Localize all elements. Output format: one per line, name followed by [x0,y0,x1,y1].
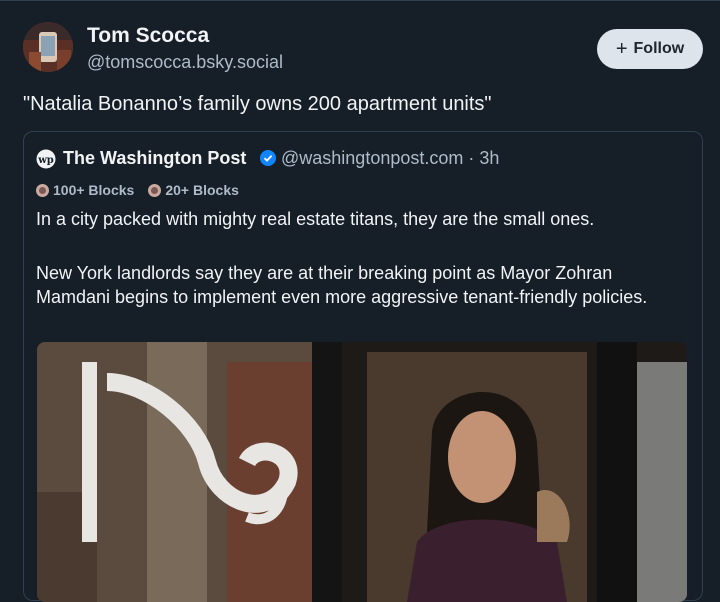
quoted-text-lead: In a city packed with mighty real estate… [36,209,595,229]
follow-button[interactable]: + Follow [597,29,703,69]
author-name[interactable]: Tom Scocca [87,24,209,48]
quoted-text-body: New York landlords say they are at their… [36,263,648,307]
author-avatar[interactable] [23,22,73,72]
article-photo[interactable] [37,342,687,602]
badge-label: 100+ Blocks [53,182,135,198]
block-badge-icon [148,183,162,197]
plus-icon: + [615,38,628,60]
follow-button-label: Follow [633,40,685,57]
badge-100-blocks: 100+ Blocks [36,182,134,198]
quoted-handle-time[interactable]: @washingtonpost.com · 3h [281,148,499,169]
top-divider [0,0,720,1]
verified-check-icon [260,150,276,166]
badge-20-blocks: 20+ Blocks [148,182,239,198]
badge-label: 20+ Blocks [165,182,239,198]
quoted-author-name[interactable]: The Washington Post [63,148,246,169]
post-text: "Natalia Bonanno’s family owns 200 apart… [23,93,492,115]
wp-logo-icon: wp [36,149,56,169]
author-handle[interactable]: @tomscocca.bsky.social [87,52,283,73]
block-badge-icon [36,183,49,197]
svg-text:wp: wp [37,155,54,166]
block-badges: 100+ Blocks 20+ Blocks [36,182,239,198]
